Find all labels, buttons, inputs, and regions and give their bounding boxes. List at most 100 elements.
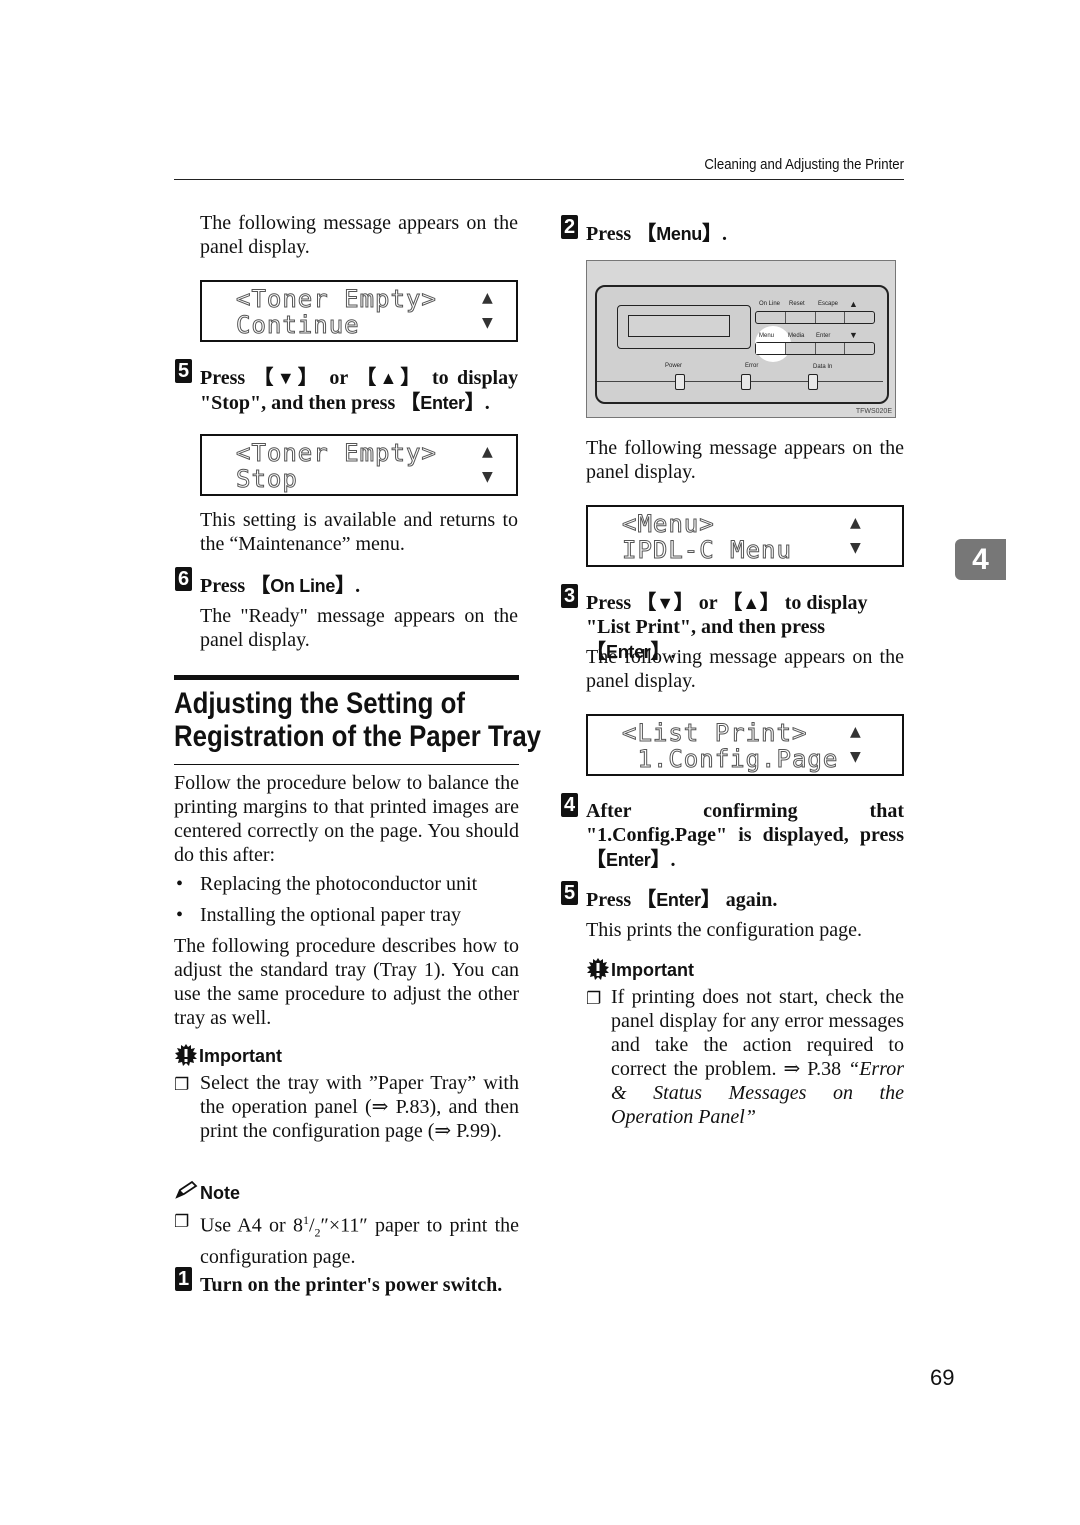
lcd-display-list-print: <List Print> 1.Config.Page ▲ ▼ (586, 714, 904, 776)
bullet-icon: • (176, 904, 184, 926)
lcd-up-arrow-icon: ▲ (850, 515, 861, 531)
step-number-badge: 4 (561, 793, 578, 817)
lcd-down-arrow-icon: ▼ (482, 469, 493, 485)
note-text: Use A4 or 8 (200, 1214, 303, 1237)
panel-divider (597, 381, 883, 382)
label-down: ▼ (849, 330, 858, 340)
step-4-confirm: 4 After confirming that "1.Config.Page" … (561, 793, 904, 872)
important-item-right: ❐ If printing does not start, check the … (586, 985, 904, 1129)
important-title: Important (199, 1046, 282, 1066)
bullet-text: Replacing the photoconductor unit (200, 873, 478, 895)
intro-text: The following message appears on the pan… (200, 212, 518, 258)
important-title: Important (611, 960, 694, 980)
step-2-note: The following message appears on the pan… (586, 437, 904, 483)
lcd-line-2: IPDL-C Menu (622, 536, 792, 564)
lcd-line-1: <Toner Empty> (236, 439, 437, 467)
lcd-line-2: Continue (236, 311, 360, 339)
chapter-tab: 4 (955, 539, 1006, 580)
key-enter: Enter (656, 890, 701, 910)
section-heading-line-1: Adjusting the Setting of (174, 687, 465, 720)
step-number-badge: 5 (561, 881, 578, 905)
step-text: Press (586, 592, 632, 614)
panel-button-row-1 (755, 311, 875, 324)
lcd-up-arrow-icon: ▲ (850, 724, 861, 740)
section-top-rule (174, 675, 519, 680)
key-enter: Enter (420, 393, 465, 413)
important-text: Select the tray with ”Paper Tray” with t… (200, 1072, 519, 1142)
important-icon (175, 1044, 197, 1066)
lcd-display-menu: <Menu> IPDL-C Menu ▲ ▼ (586, 505, 904, 567)
panel-lcd-frame (617, 305, 751, 349)
running-header: Cleaning and Adjusting the Printer (704, 156, 904, 173)
bullet-list: • Replacing the photoconductor unit • Inst… (174, 872, 519, 934)
lcd-line-2: Stop (236, 465, 298, 493)
bullet-item: • Replacing the photoconductor unit (174, 872, 519, 903)
cross-reference-page[interactable]: ⇒ P.38 (783, 1058, 841, 1080)
lcd-line-1: <Toner Empty> (236, 285, 437, 313)
procedure-text: The following procedure describes how to… (174, 935, 519, 1029)
section-bottom-rule (174, 764, 519, 765)
checkbox-icon: ❐ (174, 1212, 190, 1232)
note-item: ❐ Use A4 or 81/2″×11″ paper to print the… (174, 1208, 519, 1269)
period: . (355, 575, 361, 597)
section-heading-line-2: Registration of the Paper Tray (174, 720, 542, 753)
label-up: ▲ (849, 299, 858, 309)
bullet-item: • Installing the optional paper tray (174, 903, 519, 934)
step-6-note: The "Ready" message appears on the panel… (200, 605, 518, 651)
key-up: ▲ (742, 593, 760, 613)
step-text: or (698, 592, 718, 614)
lcd-display-toner-continue: <Toner Empty> Continue ▲ ▼ (200, 280, 518, 342)
lcd-down-arrow-icon: ▼ (850, 749, 861, 765)
lcd-up-arrow-icon: ▲ (482, 290, 493, 306)
lcd-line-1: <List Print> (621, 719, 808, 747)
step-3-note: The following message appears on the pan… (586, 646, 904, 692)
period: . (670, 849, 676, 871)
section-intro: Follow the procedure below to balance th… (174, 772, 519, 866)
lcd-line-1: <Menu> (622, 510, 715, 538)
step-5-stop: 5 Press 【▼】 or 【▲】 to display "Stop", an… (175, 359, 518, 415)
lcd-display-toner-stop: <Toner Empty> Stop ▲ ▼ (200, 434, 518, 496)
label-error: Error (745, 363, 759, 369)
key-up: ▲ (379, 368, 401, 388)
step-number-badge: 5 (175, 359, 192, 383)
note-title: Note (200, 1183, 240, 1203)
step-number-badge: 1 (175, 1267, 192, 1291)
pencil-icon (175, 1180, 198, 1199)
panel-lcd-screen (628, 315, 730, 337)
bullet-icon: • (176, 873, 184, 895)
error-led (741, 374, 751, 390)
key-enter: Enter (606, 850, 651, 870)
key-online: On Line (270, 576, 336, 596)
power-led (675, 374, 685, 390)
important-item-left: ❐ Select the tray with ”Paper Tray” with… (174, 1071, 519, 1143)
step-text: again. (725, 889, 778, 911)
key-down: ▼ (656, 593, 674, 613)
label-menu: Menu (759, 333, 775, 339)
step-text: After confirming that "1.Config.Page" is… (586, 800, 904, 846)
label-media: Media (788, 333, 805, 339)
lcd-down-arrow-icon: ▼ (850, 540, 861, 556)
step-1-power: 1 Turn on the printer's power switch. (175, 1267, 520, 1297)
step-text: Press (586, 223, 632, 245)
step-5-note: This setting is available and returns to… (200, 509, 518, 555)
panel-button-row-2 (755, 342, 875, 355)
key-menu: Menu (656, 224, 702, 244)
step-text: or (329, 367, 348, 389)
operation-panel-figure: On Line Reset Escape ▲ Menu Media Enter … (586, 260, 896, 418)
important-icon (587, 958, 609, 980)
checkbox-icon: ❐ (174, 1075, 190, 1095)
label-data-in: Data In (813, 364, 833, 370)
step-number-badge: 3 (561, 584, 578, 608)
lcd-line-2: 1.Config.Page (622, 745, 839, 773)
step-number-badge: 6 (175, 567, 192, 591)
step-5-enter-again: 5 Press 【Enter】 again. (561, 881, 904, 912)
step-2-menu: 2 Press 【Menu】. (561, 215, 904, 246)
figure-code: TFWS020E (855, 408, 892, 415)
step-text: Press (200, 575, 246, 597)
data-in-led (808, 374, 818, 390)
step-number-badge: 2 (561, 215, 578, 239)
label-reset: Reset (789, 301, 805, 307)
step-text: Press (586, 889, 632, 911)
label-online: On Line (759, 301, 781, 307)
header-rule (174, 179, 904, 180)
